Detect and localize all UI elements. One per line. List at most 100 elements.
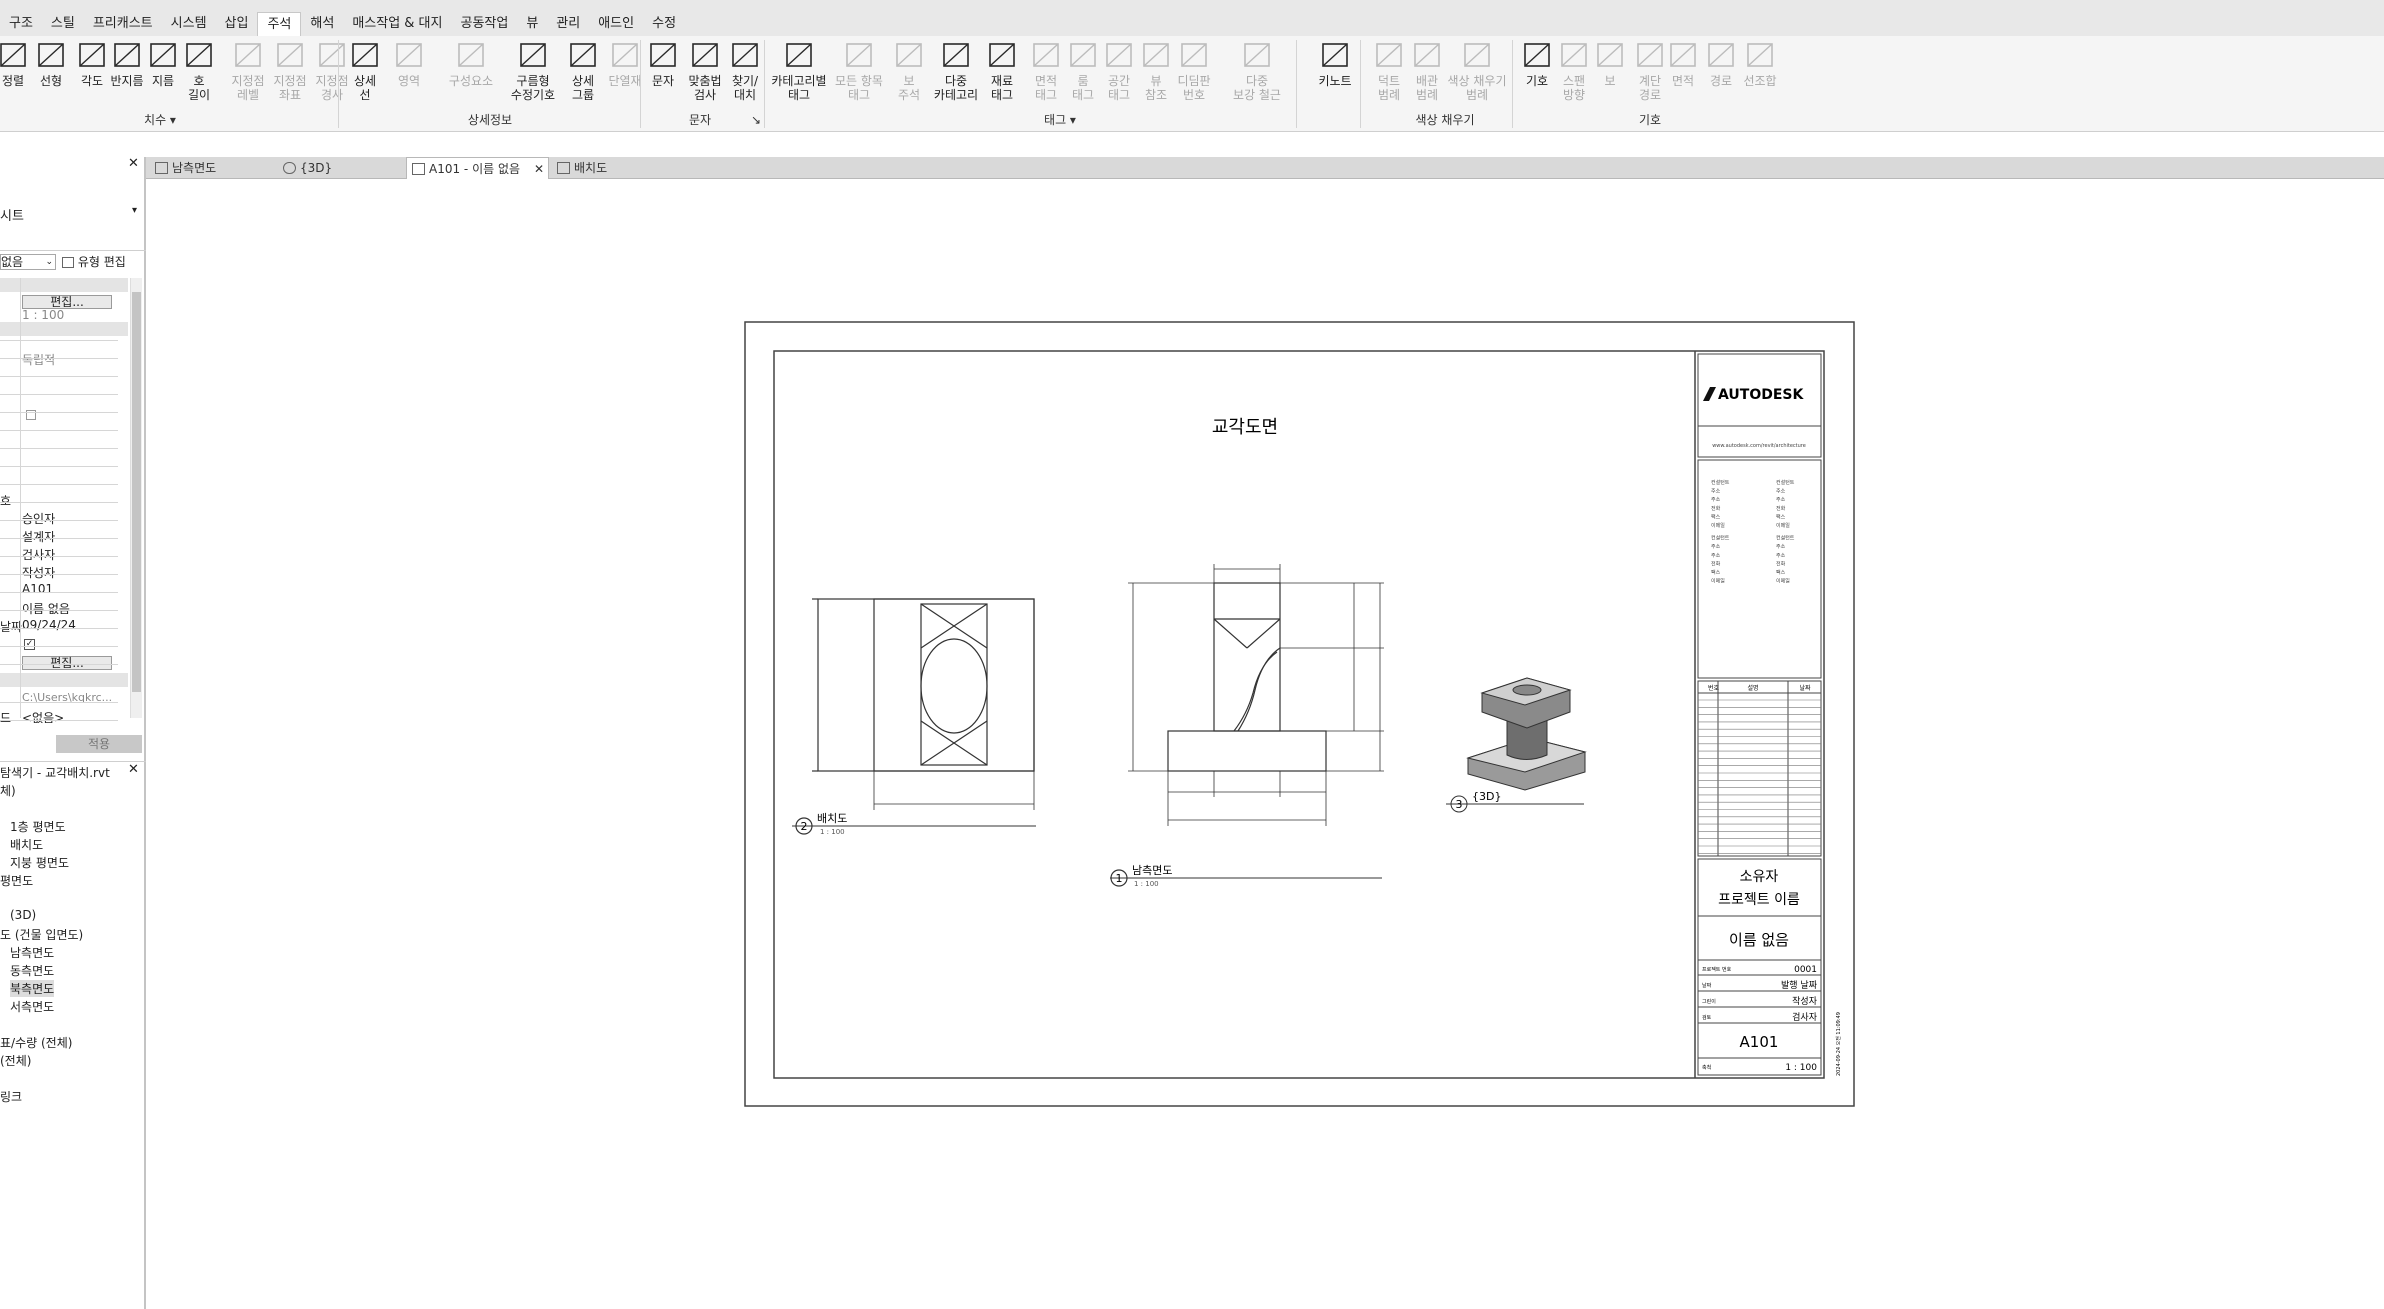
tab-south-elevation[interactable]: 남측면도 <box>150 157 275 179</box>
ribbon-button[interactable]: 맞춤법 검사 <box>686 38 724 102</box>
ribbon-button[interactable]: 영역 <box>392 38 426 88</box>
ribbon-button[interactable]: 호 길이 <box>184 38 214 102</box>
sheet-number-value[interactable]: A101 <box>22 582 53 596</box>
ribbon-button[interactable]: 뷰 참조 <box>1142 38 1170 102</box>
menu-tab-precast[interactable]: 프리캐스트 <box>84 12 162 36</box>
browser-item[interactable]: 북측면도 <box>10 980 55 997</box>
edit-button[interactable]: 편집... <box>22 656 112 670</box>
browser-item[interactable]: 표/수량 (전체) <box>0 1034 72 1051</box>
browser-item[interactable]: 배치도 <box>10 836 43 853</box>
menu-tab-modify[interactable]: 수정 <box>643 12 685 36</box>
browser-item[interactable]: 지붕 평면도 <box>10 854 69 871</box>
ribbon-button[interactable]: 카테고리별 태그 <box>770 38 828 102</box>
ribbon-button[interactable]: 디딤판 번호 <box>1172 38 1216 102</box>
browser-item[interactable]: 남측면도 <box>10 944 54 961</box>
browser-item[interactable]: 체) <box>0 782 16 799</box>
ribbon-button[interactable]: 지정점 경사 <box>312 38 352 102</box>
view-number: 2 <box>801 820 808 833</box>
ribbon-button[interactable]: 면적 태그 <box>1028 38 1064 102</box>
tab-sheet-a101[interactable]: A101 - 이름 없음 ✕ <box>406 157 549 179</box>
menu-tab-steel[interactable]: 스틸 <box>42 12 84 36</box>
tab-3d-view[interactable]: {3D} <box>278 157 403 179</box>
properties-scrollbar[interactable] <box>130 278 142 718</box>
close-tab-icon[interactable]: ✕ <box>534 158 544 180</box>
menu-tab-systems[interactable]: 시스템 <box>162 12 216 36</box>
ribbon-separator <box>1360 40 1361 128</box>
tab-site-plan[interactable]: 배치도 <box>552 157 677 179</box>
text-settings-launcher[interactable]: ↘ <box>748 110 764 130</box>
browser-item[interactable]: 서측면도 <box>10 998 54 1015</box>
instance-filter-select[interactable]: 없음 ⌄ <box>0 254 56 270</box>
ribbon-button[interactable]: 모든 항목 태그 <box>834 38 884 102</box>
checked-by-value[interactable]: 검사자 <box>22 546 55 563</box>
ribbon-button[interactable]: 공간 태그 <box>1102 38 1136 102</box>
ribbon-button[interactable]: 상세 선 <box>350 38 380 102</box>
ribbon-button[interactable]: 지정점 좌표 <box>270 38 310 102</box>
menu-tab-analyze[interactable]: 해석 <box>301 12 343 36</box>
drawing-canvas[interactable]: 교각도면 2 배치도 1 : 100 1 남측면도 1: 100 3 {3D}… <box>148 180 2384 1309</box>
panel-label-dimension[interactable]: 치수 ▾ <box>120 110 200 130</box>
browser-item[interactable]: 평면도 <box>0 872 33 889</box>
panel-label-tag[interactable]: 태그 ▾ <box>1030 110 1090 130</box>
ribbon-button[interactable]: 색상 채우기 범례 <box>1448 38 1507 102</box>
ribbon-button[interactable]: 문자 <box>646 38 680 88</box>
ribbon-button[interactable]: 보 주석 <box>894 38 924 102</box>
ribbon-button[interactable]: 키노트 <box>1316 38 1354 88</box>
browser-item[interactable]: (3D) <box>10 908 36 922</box>
ribbon-button[interactable]: 재료 태그 <box>984 38 1020 102</box>
browser-item[interactable]: 링크 <box>0 1088 22 1105</box>
menu-tab-annotate[interactable]: 주석 <box>257 12 302 36</box>
ribbon-button[interactable]: 면적 <box>1668 38 1698 88</box>
ribbon-button[interactable]: 구성요소 <box>446 38 496 88</box>
sheet-name-value[interactable]: 이름 없음 <box>22 600 70 617</box>
ribbon-button[interactable]: 지정점 레벨 <box>228 38 268 102</box>
ribbon-button[interactable]: 구름형 수정기호 <box>510 38 556 102</box>
drawn-by-value[interactable]: 작성자 <box>22 564 55 581</box>
designed-by-value[interactable]: 설계자 <box>22 528 55 545</box>
type-selector[interactable]: 시트 ▾ <box>0 179 146 251</box>
view-name: 남측면도 <box>1132 864 1172 877</box>
menu-tab-insert[interactable]: 삽입 <box>216 12 258 36</box>
menu-tab-manage[interactable]: 관리 <box>547 12 589 36</box>
browser-item[interactable]: 1층 평면도 <box>10 818 66 835</box>
checkbox-checked[interactable]: ✓ <box>24 639 35 650</box>
ribbon-button[interactable]: 계단 경로 <box>1632 38 1668 102</box>
approved-by-value[interactable]: 승인자 <box>22 510 55 527</box>
scrollbar-thumb[interactable] <box>132 292 141 692</box>
close-properties-icon[interactable]: ✕ <box>128 156 139 171</box>
menu-tab-view[interactable]: 뷰 <box>517 12 547 36</box>
ribbon-button[interactable]: 각도 <box>74 38 110 88</box>
apply-button[interactable]: 적용 <box>56 735 142 753</box>
close-browser-icon[interactable]: ✕ <box>128 762 139 777</box>
ribbon-button[interactable]: 지름 <box>144 38 182 88</box>
ribbon-button[interactable]: 선조합 <box>1743 38 1777 88</box>
ribbon-button[interactable]: 스팬 방향 <box>1556 38 1592 102</box>
ribbon-button[interactable]: 단열재 <box>606 38 644 88</box>
ribbon-button[interactable]: 선형 <box>34 38 68 88</box>
tool-icon <box>842 38 876 72</box>
ribbon-button[interactable]: 경로 <box>1706 38 1736 88</box>
ribbon-button[interactable]: 찾기/ 대치 <box>728 38 762 102</box>
ribbon-button[interactable]: 반지름 <box>110 38 144 88</box>
ribbon-button[interactable]: 정렬 <box>0 38 26 88</box>
ribbon-button[interactable]: 보 <box>1596 38 1624 88</box>
ribbon-button[interactable]: 상세 그룹 <box>566 38 600 102</box>
menu-tab-addins[interactable]: 애드인 <box>589 12 643 36</box>
ribbon-button[interactable]: 배관 범례 <box>1410 38 1444 102</box>
graphics-edit-button[interactable]: 편집... <box>22 295 112 309</box>
menu-tab-collaborate[interactable]: 공동작업 <box>451 12 517 36</box>
ribbon-button[interactable]: 룸 태그 <box>1066 38 1100 102</box>
tool-icon <box>1743 38 1777 72</box>
browser-item[interactable]: 동측면도 <box>10 962 54 979</box>
menu-tab-structure[interactable]: 구조 <box>0 12 42 36</box>
ribbon-button[interactable]: 기호 <box>1520 38 1554 88</box>
browser-item[interactable]: 도 (건물 입면도) <box>0 926 83 943</box>
issue-date-value[interactable]: 09/24/24 <box>22 618 76 632</box>
ribbon-button[interactable]: 다중 카테고리 <box>934 38 978 102</box>
revision-value[interactable]: <없음> <box>22 709 64 726</box>
edit-type-button[interactable]: 유형 편집 <box>62 253 142 271</box>
menu-tab-massing-site[interactable]: 매스작업 & 대지 <box>343 12 451 36</box>
ribbon-button[interactable]: 덕트 범례 <box>1372 38 1406 102</box>
ribbon-button[interactable]: 다중 보강 철근 <box>1230 38 1284 102</box>
browser-item[interactable]: (전체) <box>0 1052 31 1069</box>
